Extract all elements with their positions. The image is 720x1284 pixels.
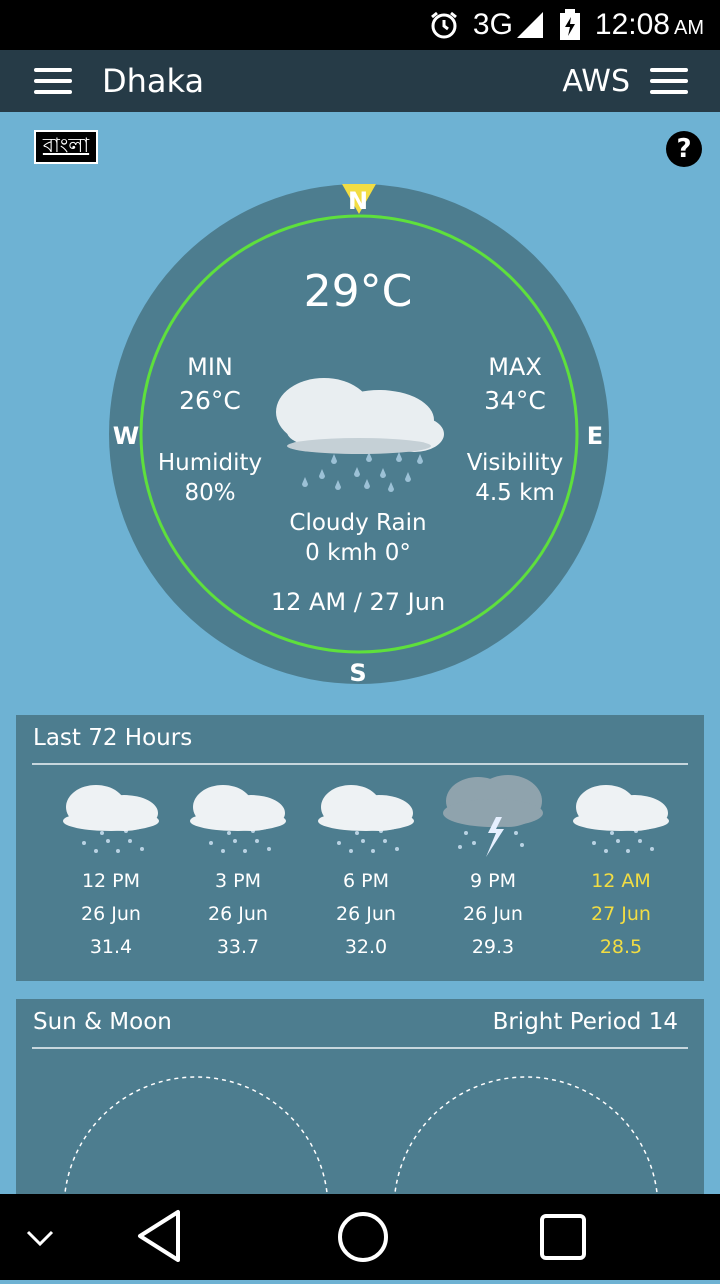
hour-date: 26 Jun: [81, 903, 141, 925]
compass-n: N: [348, 187, 368, 215]
last-72-hours-panel: Last 72 Hours 12 PM 26 Jun 31.4 3 PM 26 Jun 3…: [16, 715, 704, 981]
app-toolbar: Dhaka AWS: [0, 50, 720, 112]
last-72-hours-title: Last 72 Hours: [33, 725, 193, 751]
humidity-value: 80%: [184, 480, 235, 506]
min-value: 26°C: [179, 386, 241, 415]
thunderstorm-icon: [443, 775, 543, 857]
hour-date: 27 Jun: [591, 903, 651, 925]
source-label[interactable]: AWS: [562, 64, 630, 99]
weather-dial: N S W E 29°C MIN 26°C MAX 34°C Humidity …: [109, 184, 609, 684]
cloud-rain-icon: [190, 785, 286, 853]
hour-time: 3 PM: [215, 870, 261, 892]
system-navigation-bar: [0, 1194, 720, 1280]
hour-time: 9 PM: [470, 870, 516, 892]
hour-item: 9 PM 26 Jun 29.3: [429, 771, 557, 964]
moon-path-arc: [394, 1076, 658, 1194]
battery-charging-icon: [559, 9, 581, 41]
hour-item: 3 PM 26 Jun 33.7: [174, 771, 302, 964]
hour-time: 6 PM: [343, 870, 389, 892]
hour-temp: 32.0: [344, 936, 388, 958]
panel-divider: [32, 763, 688, 765]
max-value: 34°C: [484, 386, 546, 415]
menu-icon[interactable]: [34, 68, 72, 94]
alarm-icon: [429, 10, 459, 40]
back-icon[interactable]: [138, 1210, 180, 1262]
hour-temp: 31.4: [89, 936, 133, 958]
visibility-value: 4.5 km: [475, 480, 555, 506]
sun-path-arc: [64, 1076, 328, 1194]
language-toggle-button[interactable]: বাংলা: [34, 130, 98, 164]
hour-temp: 29.3: [471, 936, 515, 958]
hour-date: 26 Jun: [336, 903, 396, 925]
sun-moon-arcs: [64, 1076, 658, 1194]
network-indicator: 3G: [473, 8, 545, 42]
hour-item: 6 PM 26 Jun 32.0: [302, 771, 430, 964]
compass-s: S: [349, 659, 366, 684]
clock: 12:08 AM: [595, 8, 704, 42]
hour-date: 26 Jun: [208, 903, 268, 925]
compass-e: E: [587, 422, 603, 450]
recents-icon[interactable]: [540, 1214, 586, 1260]
status-bar: 3G 12:08 AM: [0, 0, 720, 50]
current-temperature: 29°C: [304, 266, 413, 317]
cloud-rain-icon: [573, 785, 669, 853]
hour-item: 12 PM 26 Jun 31.4: [47, 771, 175, 964]
cloud-rain-icon: [318, 785, 414, 853]
home-icon[interactable]: [338, 1212, 388, 1262]
hour-temp: 33.7: [216, 936, 260, 958]
min-label: MIN: [187, 353, 233, 381]
wind-text: 0 kmh 0°: [305, 540, 411, 566]
condition-text: Cloudy Rain: [289, 510, 426, 536]
clock-time: 12:08: [594, 8, 670, 41]
hour-item: 12 AM 27 Jun 28.5: [557, 771, 685, 964]
hour-time: 12 PM: [81, 870, 141, 892]
options-menu-icon[interactable]: [650, 68, 688, 94]
observation-time: 12 AM / 27 Jun: [271, 588, 445, 616]
clock-ampm: AM: [674, 17, 704, 39]
hour-temp: 28.5: [599, 936, 643, 958]
help-button[interactable]: ?: [666, 131, 702, 167]
cloud-rain-icon: [63, 785, 159, 853]
city-title[interactable]: Dhaka: [102, 62, 204, 100]
hour-time: 12 AM: [591, 870, 651, 892]
humidity-label: Humidity: [158, 450, 262, 476]
max-label: MAX: [488, 353, 542, 381]
compass-w: W: [113, 422, 139, 450]
chevron-down-icon[interactable]: [26, 1230, 54, 1247]
network-type: 3G: [472, 8, 513, 41]
hour-date: 26 Jun: [463, 903, 523, 925]
visibility-label: Visibility: [467, 450, 563, 476]
sun-moon-panel: Sun & Moon Bright Period 14: [16, 999, 704, 1194]
signal-icon: [516, 12, 543, 38]
